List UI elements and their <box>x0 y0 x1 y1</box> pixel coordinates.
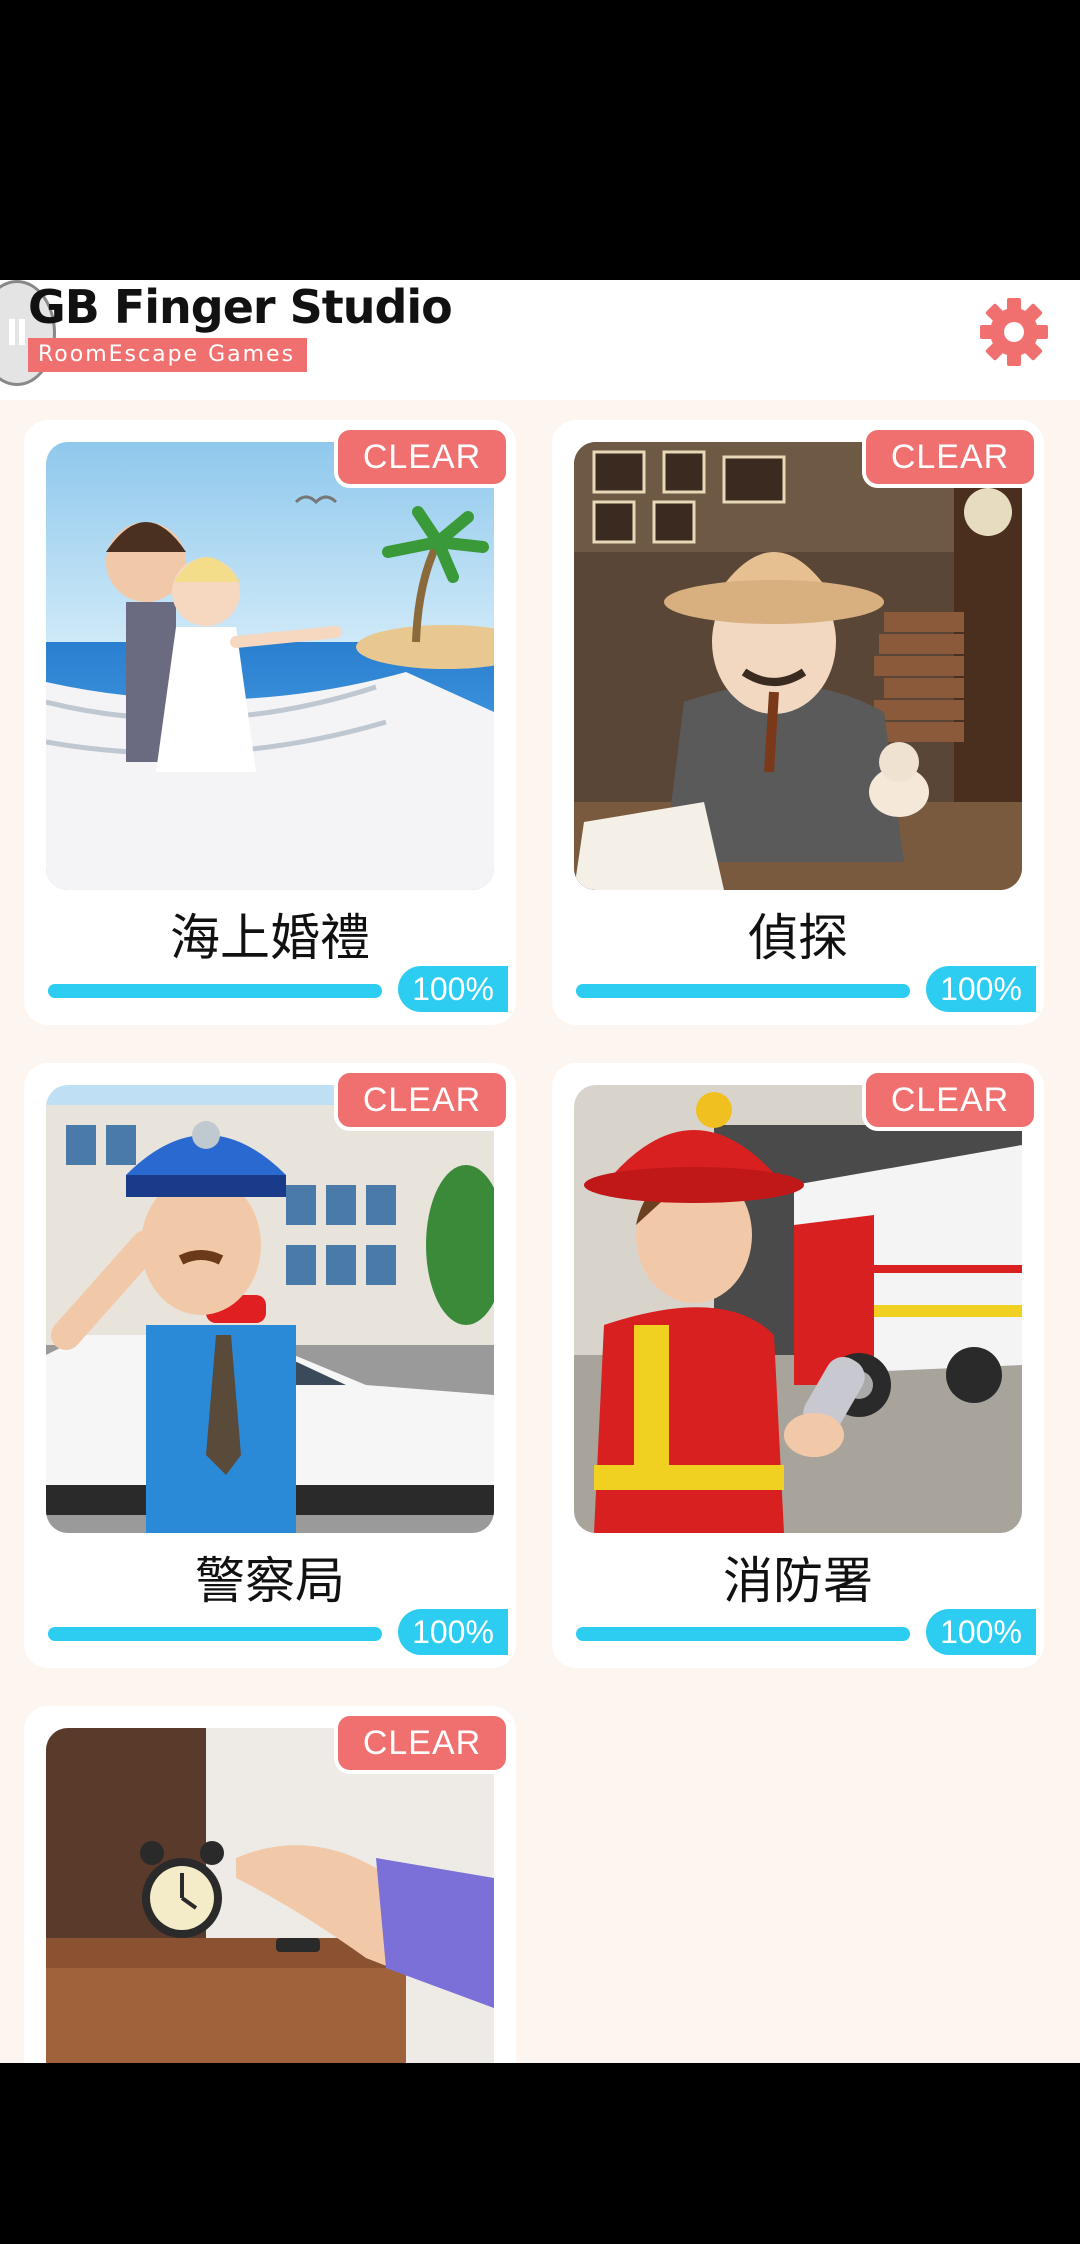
clear-badge: CLEAR <box>862 1069 1038 1131</box>
stage-thumbnail <box>46 442 494 890</box>
clear-badge: CLEAR <box>334 426 510 488</box>
progress-bar <box>48 984 382 998</box>
progress-bar-fill <box>48 984 382 998</box>
back-icon <box>9 319 25 345</box>
stage-thumbnail <box>574 1085 1022 1533</box>
header: GB Finger Studio RoomEscape Games <box>0 280 1080 400</box>
stage-title: 警察局 <box>195 1552 345 1610</box>
app-subtitle: RoomEscape Games <box>28 338 308 372</box>
progress-percent: 100% <box>926 1609 1036 1655</box>
app-screen: GB Finger Studio RoomEscape Games CLEAR … <box>0 280 1080 2063</box>
stage-thumbnail <box>46 1085 494 1533</box>
stage-thumbnail <box>46 1728 494 2063</box>
gear-icon[interactable] <box>978 296 1050 368</box>
stage-title: 消防署 <box>723 1552 873 1610</box>
clear-badge: CLEAR <box>862 426 1038 488</box>
stage-card[interactable]: CLEAR 偵探 100% <box>552 420 1044 1025</box>
progress-bar-fill <box>576 984 910 998</box>
progress-bar <box>576 984 910 998</box>
progress-bar-fill <box>576 1627 910 1641</box>
stage-card[interactable]: CLEAR 海上婚禮 100% <box>24 420 516 1025</box>
stage-thumbnail <box>574 442 1022 890</box>
status-bar-area <box>0 0 1080 280</box>
progress-percent: 100% <box>926 966 1036 1012</box>
stage-card[interactable]: CLEAR 消防署 100% <box>552 1063 1044 1668</box>
stage-title: 偵探 <box>748 909 848 967</box>
navigation-bar-area <box>0 2063 1080 2244</box>
progress-percent: 100% <box>398 966 508 1012</box>
stage-card[interactable]: CLEAR <box>24 1706 516 2063</box>
app-title: GB Finger Studio <box>28 280 453 334</box>
stage-title: 海上婚禮 <box>170 909 370 967</box>
progress-bar <box>48 1627 382 1641</box>
progress-percent: 100% <box>398 1609 508 1655</box>
progress-bar <box>576 1627 910 1641</box>
stage-card[interactable]: CLEAR 警察局 100% <box>24 1063 516 1668</box>
clear-badge: CLEAR <box>334 1069 510 1131</box>
clear-badge: CLEAR <box>334 1712 510 1774</box>
progress-bar-fill <box>48 1627 382 1641</box>
